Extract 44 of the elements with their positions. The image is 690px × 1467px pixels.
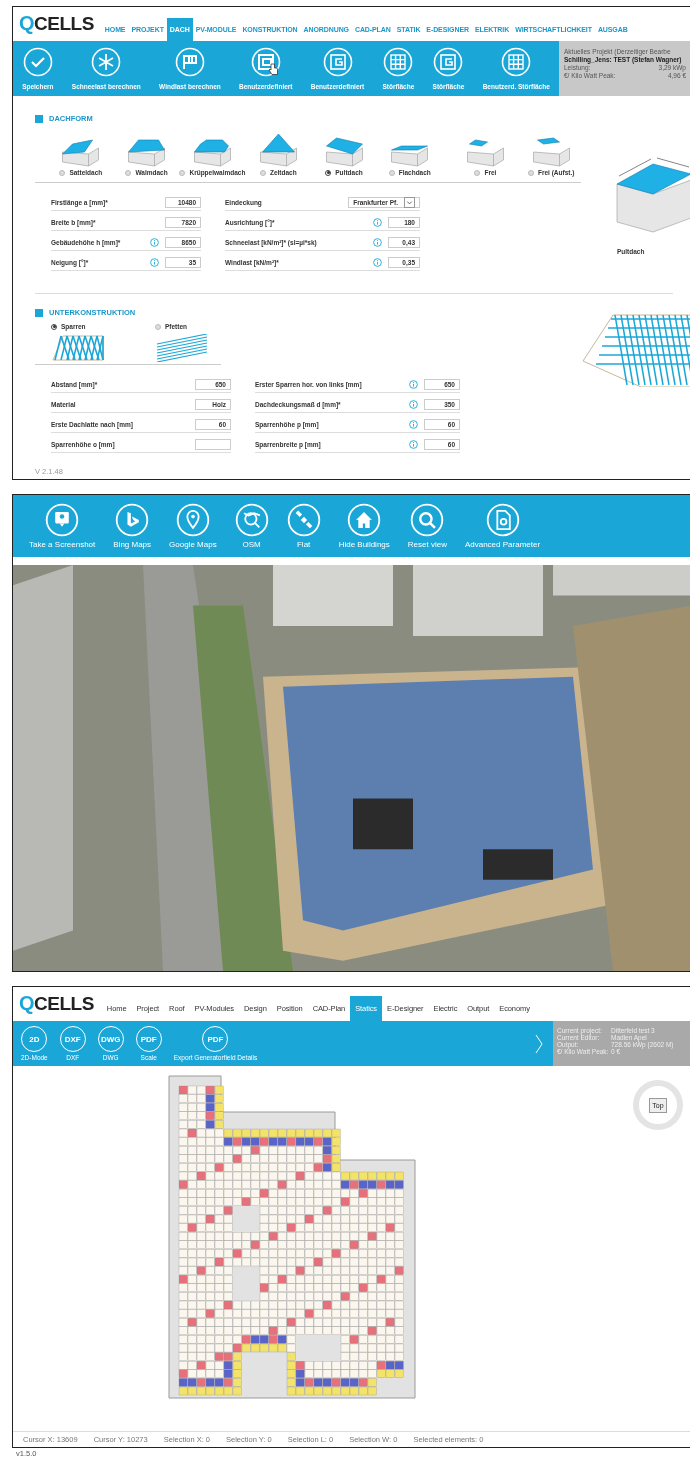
info-icon[interactable] [150,258,159,267]
radio-dot[interactable] [155,323,161,330]
document-gear-icon [485,503,520,537]
bing-logo-icon [115,503,150,537]
house-roof-drawing [191,139,233,167]
house-roof-drawing [60,139,102,167]
radio-dot[interactable] [325,169,332,176]
radio-dot[interactable] [179,169,186,176]
radio-dot[interactable] [527,169,534,176]
rafter-grid-drawing [155,334,209,362]
house-roof-drawing [389,145,431,167]
info-icon[interactable] [373,238,382,247]
radio-dot[interactable] [51,323,57,330]
house-roof-drawing [464,139,506,167]
info-icon[interactable] [409,400,418,409]
section-marker [35,114,43,123]
qcells-logo: QCELLS [19,992,94,1016]
info-icon[interactable] [409,420,418,429]
info-icon[interactable] [150,238,159,247]
rafter-grid-drawing [51,334,105,362]
radio-dot[interactable] [259,169,266,176]
search-icon [410,503,445,537]
radio-dot[interactable] [59,169,66,176]
map-pin-icon [175,503,210,537]
caret-icon [404,197,415,208]
section-marker [35,308,43,317]
info-icon[interactable] [409,380,418,389]
chevron-right-icon[interactable] [535,1033,543,1054]
qcells-logo: QCELLS [19,12,94,36]
home-icon [347,503,382,537]
info-icon[interactable] [409,440,418,449]
radio-dot[interactable] [388,169,395,176]
house-roof-drawing [126,139,168,167]
screenshot-icon [45,503,80,537]
map-search-icon [234,503,269,537]
input-field[interactable] [195,439,231,450]
info-icon[interactable] [373,258,382,267]
house-roof-drawing [323,137,365,167]
radio-dot[interactable] [125,169,132,176]
radio-dot[interactable] [474,169,481,176]
house-roof-drawing [530,137,572,167]
satellite-icon [286,503,321,537]
house-roof-drawing [257,133,299,167]
info-icon[interactable] [373,218,382,227]
